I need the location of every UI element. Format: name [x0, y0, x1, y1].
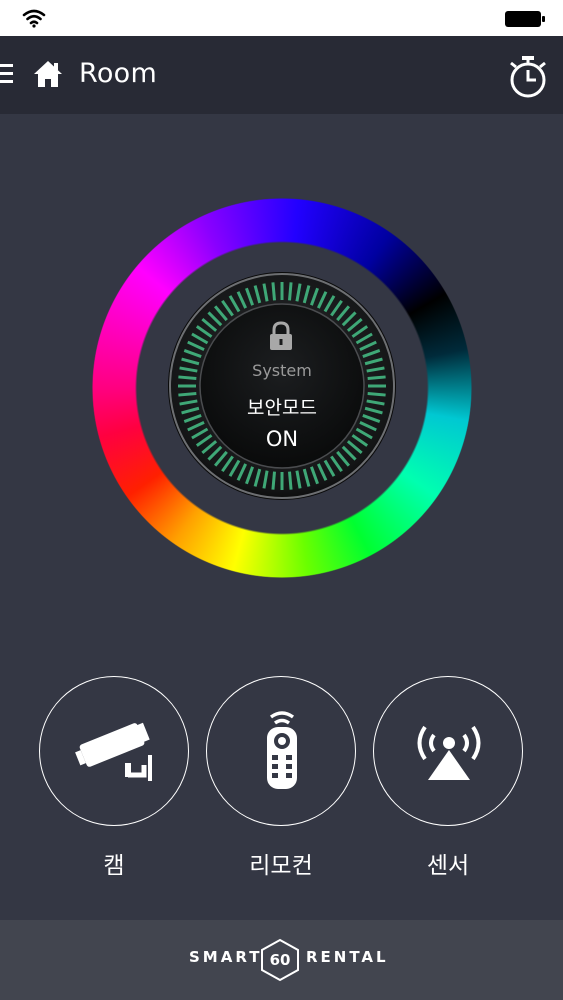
- dial-status-label: ON: [265, 427, 299, 451]
- home-icon[interactable]: [33, 59, 63, 89]
- dial-tick: [271, 282, 276, 301]
- dial-mode-label: 보안모드: [247, 397, 317, 419]
- dial-tick: [288, 471, 293, 490]
- page-title: Room: [79, 58, 158, 89]
- dial-ring: [168, 272, 396, 500]
- battery-full-icon: [505, 11, 545, 27]
- sensor-signal-icon: [417, 725, 481, 780]
- cam-label: 캠: [103, 853, 125, 879]
- remote-label: 리모컨: [249, 853, 313, 879]
- hamburger-menu-icon[interactable]: [0, 60, 16, 90]
- brand-number: 60: [269, 951, 291, 969]
- footer: SMART 60 RENTAL: [0, 920, 563, 1000]
- lock-icon: [270, 321, 292, 350]
- sensor-label: 센서: [426, 853, 470, 879]
- status-bar: [0, 0, 563, 36]
- security-mode-dial[interactable]: System 보안모드 ON: [167, 271, 397, 501]
- security-camera-icon: [75, 722, 152, 781]
- cam-button[interactable]: [39, 676, 189, 826]
- wifi-icon: [22, 9, 46, 28]
- remote-button[interactable]: [206, 676, 356, 826]
- dial-tick: [288, 282, 293, 301]
- stopwatch-icon[interactable]: [507, 54, 549, 98]
- app-bar: Room: [0, 36, 563, 114]
- dial-tick: [271, 471, 276, 490]
- brand-smart: SMART: [189, 948, 263, 966]
- remote-control-icon: [267, 711, 297, 789]
- dial-system-label: System: [252, 361, 312, 380]
- brand-rental: RENTAL: [306, 948, 389, 966]
- sensor-button[interactable]: [373, 676, 523, 826]
